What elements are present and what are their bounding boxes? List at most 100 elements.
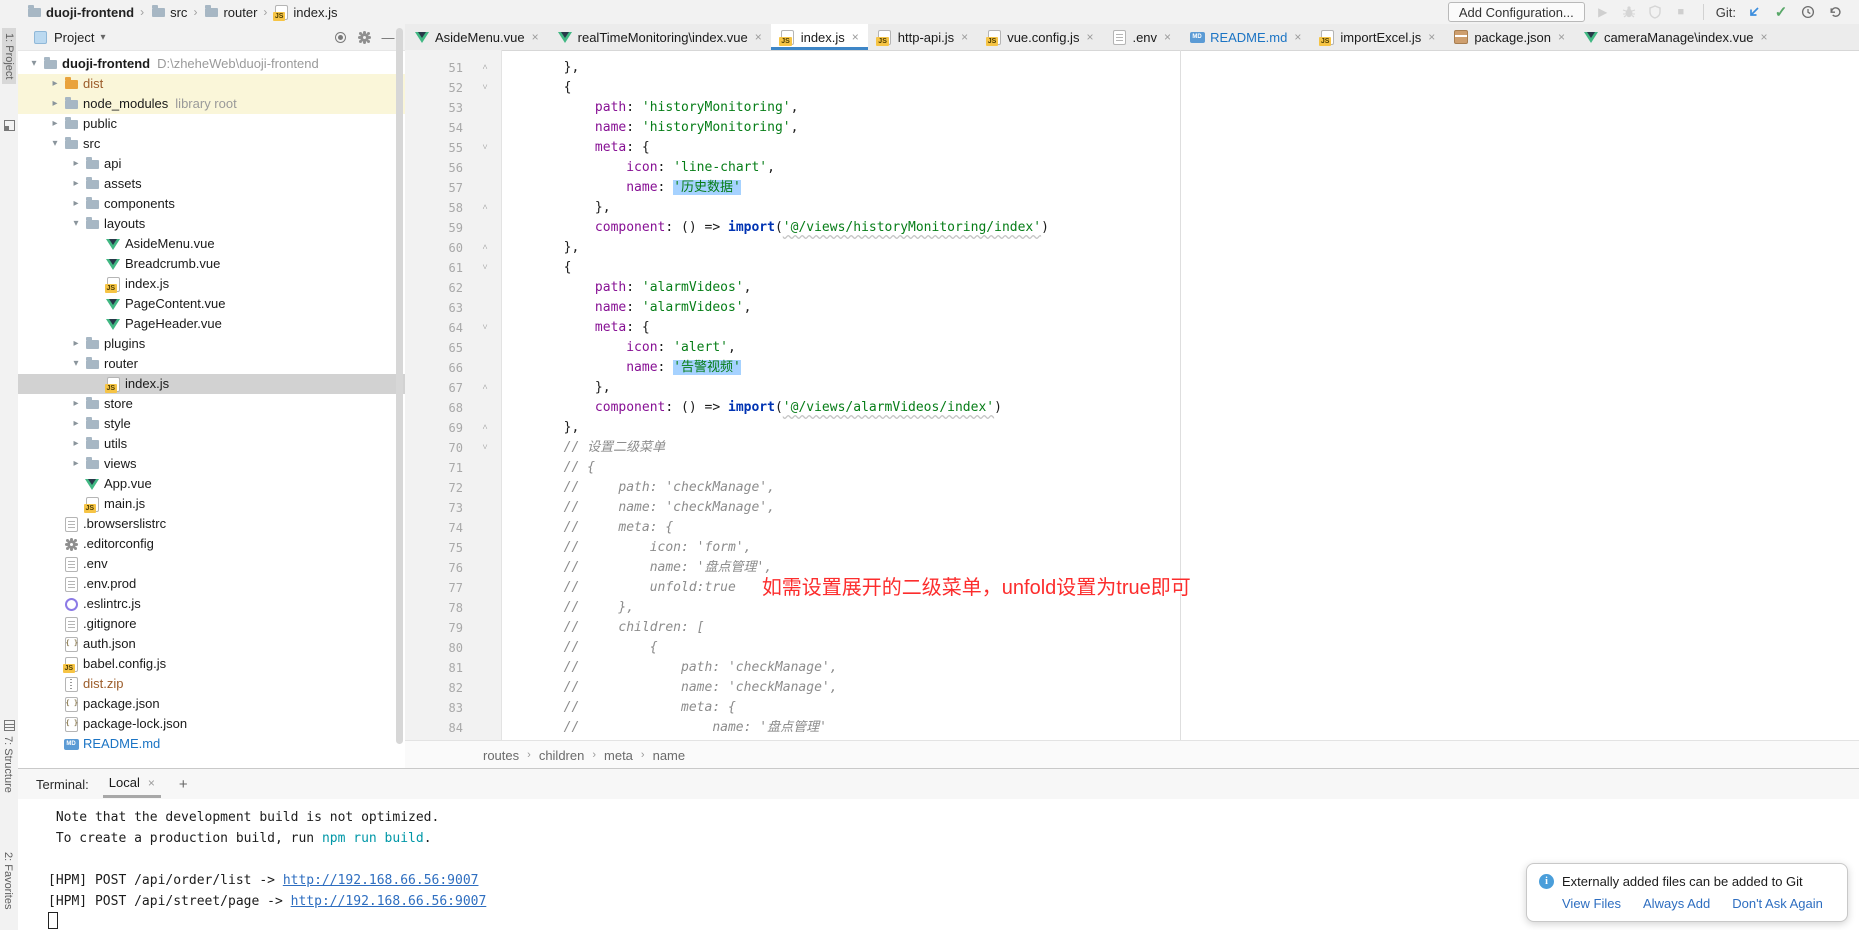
tool-window-button-structure[interactable]: 7: Structure <box>2 736 14 793</box>
tree-row[interactable]: ▾router <box>18 354 405 374</box>
tree-row[interactable]: .editorconfig <box>18 534 405 554</box>
close-icon[interactable]: × <box>1294 30 1301 44</box>
close-icon[interactable]: × <box>532 30 539 44</box>
panel-title[interactable]: Project <box>54 30 94 45</box>
code-line[interactable]: 69˄ }, <box>405 418 1859 438</box>
tree-row[interactable]: ▾duoji-frontendD:\zheheWeb\duoji-fronten… <box>18 54 405 74</box>
tree-row[interactable]: README.md <box>18 734 405 754</box>
fold-marker[interactable]: ˅ <box>469 258 501 278</box>
editor-tab[interactable]: cameraManage\index.vue× <box>1574 24 1777 50</box>
code-line[interactable]: 54 name: 'historyMonitoring', <box>405 118 1859 138</box>
chevron-down-icon[interactable]: ▾ <box>68 354 84 374</box>
project-tree-scrollbar[interactable] <box>396 28 403 744</box>
chevron-right-icon[interactable]: ▸ <box>68 454 84 474</box>
code-editor[interactable]: 51˄ },52˅ {53 path: 'historyMonitoring',… <box>405 50 1859 740</box>
run-with-coverage-button[interactable] <box>1645 3 1665 21</box>
code-line[interactable]: 71 // { <box>405 458 1859 478</box>
code-line[interactable]: 51˄ }, <box>405 58 1859 78</box>
close-icon[interactable]: × <box>1761 30 1768 44</box>
tool-window-button-favorites[interactable]: 2: Favorites <box>2 852 14 909</box>
editor-tab[interactable]: vue.config.js× <box>977 24 1102 50</box>
code-line[interactable]: 68 component: () => import('@/views/alar… <box>405 398 1859 418</box>
editor-breadcrumb-item[interactable]: meta <box>604 748 633 763</box>
tree-row[interactable]: ▸plugins <box>18 334 405 354</box>
chevron-right-icon[interactable]: ▸ <box>68 434 84 454</box>
tree-row[interactable]: App.vue <box>18 474 405 494</box>
editor-tab[interactable]: AsideMenu.vue× <box>405 24 548 50</box>
tree-row[interactable]: .eslintrc.js <box>18 594 405 614</box>
tree-row[interactable]: index.js <box>18 374 405 394</box>
code-line[interactable]: 60˄ }, <box>405 238 1859 258</box>
chevron-right-icon[interactable]: ▸ <box>47 74 63 94</box>
debug-button[interactable] <box>1619 3 1639 21</box>
code-line[interactable]: 61˅ { <box>405 258 1859 278</box>
chevron-right-icon[interactable]: ▸ <box>68 334 84 354</box>
tree-row[interactable]: index.js <box>18 274 405 294</box>
editor-tab[interactable]: .env× <box>1102 24 1180 50</box>
chevron-right-icon[interactable]: ▸ <box>47 114 63 134</box>
tree-row[interactable]: .browserslistrc <box>18 514 405 534</box>
fold-marker[interactable]: ˄ <box>469 238 501 258</box>
code-line[interactable]: 83 // meta: { <box>405 698 1859 718</box>
stop-button[interactable]: ■ <box>1671 3 1691 21</box>
chevron-right-icon[interactable]: ▸ <box>68 394 84 414</box>
code-line[interactable]: 80 // { <box>405 638 1859 658</box>
code-line[interactable]: 59 component: () => import('@/views/hist… <box>405 218 1859 238</box>
new-terminal-button[interactable]: + <box>175 776 192 793</box>
code-line[interactable]: 63 name: 'alarmVideos', <box>405 298 1859 318</box>
breadcrumb-item[interactable]: duoji-frontend <box>26 4 134 20</box>
git-commit-button[interactable]: ✓ <box>1771 3 1791 21</box>
tree-row[interactable]: ▸store <box>18 394 405 414</box>
tree-row[interactable]: ▸dist <box>18 74 405 94</box>
editor-breadcrumb-item[interactable]: name <box>653 748 686 763</box>
code-line[interactable]: 79 // children: [ <box>405 618 1859 638</box>
tree-row[interactable]: ▸components <box>18 194 405 214</box>
code-line[interactable]: 58˄ }, <box>405 198 1859 218</box>
chevron-right-icon[interactable]: ▸ <box>68 194 84 214</box>
tree-row[interactable]: AsideMenu.vue <box>18 234 405 254</box>
tool-window-button-project[interactable]: 1: Project <box>2 28 16 84</box>
code-line[interactable]: 64˅ meta: { <box>405 318 1859 338</box>
tree-row[interactable]: .env <box>18 554 405 574</box>
chevron-down-icon[interactable]: ▾ <box>68 214 84 234</box>
code-line[interactable]: 78 // }, <box>405 598 1859 618</box>
close-icon[interactable]: × <box>961 30 968 44</box>
git-update-button[interactable] <box>1744 3 1764 21</box>
chevron-down-icon[interactable]: ▾ <box>100 32 105 43</box>
notification-action-link[interactable]: Always Add <box>1643 896 1710 911</box>
notification-action-link[interactable]: View Files <box>1562 896 1621 911</box>
chevron-right-icon[interactable]: ▸ <box>68 414 84 434</box>
tree-row[interactable]: ▸public <box>18 114 405 134</box>
tree-row[interactable]: ▸utils <box>18 434 405 454</box>
tree-row[interactable]: .env.prod <box>18 574 405 594</box>
code-line[interactable]: 67˄ }, <box>405 378 1859 398</box>
close-icon[interactable]: × <box>1164 30 1171 44</box>
code-line[interactable]: 77 // unfold:true如需设置展开的二级菜单，unfold设置为tr… <box>405 578 1859 598</box>
code-line[interactable]: 81 // path: 'checkManage', <box>405 658 1859 678</box>
fold-marker[interactable]: ˄ <box>469 58 501 78</box>
tree-row[interactable]: ▸api <box>18 154 405 174</box>
editor-tab[interactable]: importExcel.js× <box>1310 24 1444 50</box>
editor-tab[interactable]: index.js× <box>771 24 868 50</box>
editor-tab[interactable]: realTimeMonitoring\index.vue× <box>548 24 771 50</box>
editor-tab[interactable]: http-api.js× <box>868 24 977 50</box>
close-icon[interactable]: × <box>148 776 155 790</box>
code-line[interactable]: 84 // name: '盘点管理' <box>405 718 1859 738</box>
tree-row[interactable]: PageHeader.vue <box>18 314 405 334</box>
close-icon[interactable]: × <box>1428 30 1435 44</box>
tree-row[interactable]: ▸node_moduleslibrary root <box>18 94 405 114</box>
code-line[interactable]: 70˅ // 设置二级菜单 <box>405 438 1859 458</box>
chevron-down-icon[interactable]: ▾ <box>26 54 42 74</box>
breadcrumb-item[interactable]: index.js <box>273 4 337 20</box>
code-line[interactable]: 55˅ meta: { <box>405 138 1859 158</box>
code-line[interactable]: 72 // path: 'checkManage', <box>405 478 1859 498</box>
tree-row[interactable]: ▾layouts <box>18 214 405 234</box>
fold-marker[interactable]: ˅ <box>469 318 501 338</box>
chevron-right-icon[interactable]: ▸ <box>47 94 63 114</box>
code-line[interactable]: 76 // name: '盘点管理', <box>405 558 1859 578</box>
terminal-tab-local[interactable]: Local × <box>103 770 161 798</box>
tree-row[interactable]: package-lock.json <box>18 714 405 734</box>
code-line[interactable]: 82 // name: 'checkManage', <box>405 678 1859 698</box>
tree-row[interactable]: main.js <box>18 494 405 514</box>
close-icon[interactable]: × <box>755 30 762 44</box>
